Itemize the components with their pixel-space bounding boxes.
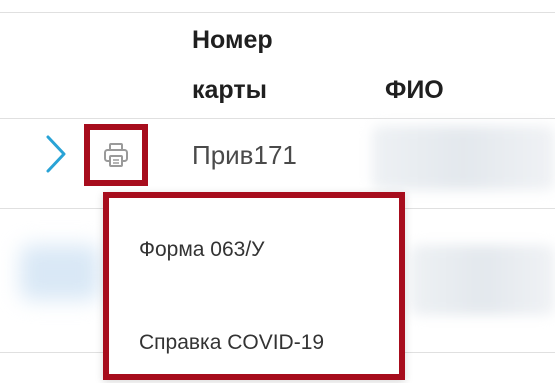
chevron-right-icon[interactable]: [44, 134, 68, 179]
redacted-row: [410, 245, 555, 315]
menu-item-covid-certificate[interactable]: Справка COVID-19: [139, 331, 324, 355]
redacted-area: [20, 245, 100, 300]
table-top-divider: [0, 12, 555, 13]
header-bottom-divider: [0, 118, 555, 119]
header-card-number-line2: карты: [192, 76, 267, 104]
menu-item-form-063[interactable]: Форма 063/У: [139, 238, 265, 262]
print-button[interactable]: [84, 124, 148, 186]
print-dropdown-menu: Форма 063/У Справка COVID-19: [103, 192, 405, 380]
header-fio: ФИО: [385, 76, 444, 104]
card-number-cell: Прив171: [192, 140, 297, 170]
printer-icon: [104, 143, 128, 167]
redacted-fio: [372, 126, 555, 190]
header-card-number-line1: Номер: [192, 26, 273, 54]
